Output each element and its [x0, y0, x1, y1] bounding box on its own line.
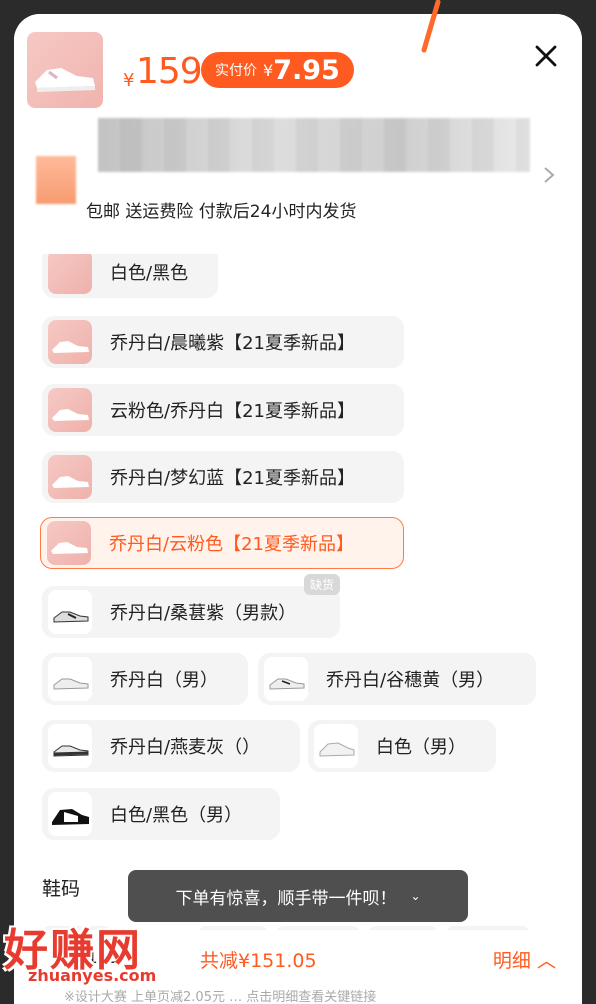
option-item[interactable]: 云粉色/乔丹白【21夏季新品】	[42, 384, 404, 436]
blurred-info	[98, 118, 530, 172]
actual-pay-badge: 实付价 ¥ 7.95	[201, 52, 354, 88]
detail-label: 明细	[492, 950, 531, 972]
option-label: 乔丹白/燕麦灰（）	[110, 737, 261, 758]
options-list[interactable]: 白色/黑色 乔丹白/晨曦紫【21夏季新品】 云粉色/乔丹白【21夏季新品】 乔丹…	[14, 254, 582, 1004]
option-label: 乔丹白/桑葚紫（男款）	[110, 603, 297, 624]
shipping-info: 包邮 送运费险 付款后24小时内发货	[86, 202, 357, 222]
sku-sheet: ¥ 159 实付价 ¥ 7.95 包邮 送运费险 付款后24小时内发货 白色/黑…	[14, 14, 582, 1004]
product-thumbnail[interactable]	[27, 32, 103, 108]
out-of-stock-badge: 缺货	[303, 574, 340, 595]
option-label: 云粉色/乔丹白【21夏季新品】	[110, 401, 355, 422]
option-label: 乔丹白（男）	[110, 670, 218, 691]
option-image	[48, 792, 92, 836]
option-label: 白色（男）	[376, 737, 466, 758]
option-image	[48, 590, 92, 634]
option-item[interactable]: 乔丹白/梦幻蓝【21夏季新品】	[42, 451, 404, 503]
option-item[interactable]: 乔丹白（男）	[42, 653, 248, 705]
chevron-up-icon: ︿	[536, 950, 556, 972]
total-reduction: 共减¥151.05	[200, 950, 317, 972]
pay-currency: ¥	[263, 60, 274, 80]
option-label: 白色/黑色（男）	[110, 805, 243, 826]
option-image	[48, 388, 92, 432]
option-label: 乔丹白/梦幻蓝【21夏季新品】	[110, 468, 355, 489]
sheet-header: ¥ 159 实付价 ¥ 7.95 包邮 送运费险 付款后24小时内发货	[14, 14, 582, 254]
chevron-down-icon: ⌄	[410, 889, 421, 903]
option-image	[47, 521, 91, 565]
watermark-url: zhuanyes.com	[28, 966, 157, 985]
price-currency: ¥	[123, 70, 135, 91]
option-label: 乔丹白/谷穗黄（男）	[326, 670, 495, 691]
option-item[interactable]: 乔丹白/晨曦紫【21夏季新品】	[42, 316, 404, 368]
option-item[interactable]: 乔丹白/谷穗黄（男）	[258, 653, 536, 705]
pay-label: 实付价	[215, 63, 257, 79]
close-icon[interactable]	[534, 44, 558, 68]
toast-text: 下单有惊喜，顺手带一件呗！	[175, 888, 397, 909]
option-image	[48, 320, 92, 364]
option-label: 乔丹白/晨曦紫【21夏季新品】	[110, 333, 355, 354]
option-item[interactable]: 白色（男）	[308, 720, 496, 772]
option-item[interactable]: 白色/黑色	[42, 254, 218, 298]
pay-value: 7.95	[273, 54, 340, 86]
watermark: 好赚网 zhuanyes.com	[0, 914, 200, 1000]
option-image	[314, 724, 358, 768]
option-label: 乔丹白/云粉色【21夏季新品】	[109, 534, 354, 555]
option-image	[48, 657, 92, 701]
option-image	[48, 724, 92, 768]
detail-button[interactable]: 明细 ︿	[493, 946, 556, 973]
option-item-selected[interactable]: 乔丹白/云粉色【21夏季新品】	[40, 517, 404, 569]
option-item[interactable]: 乔丹白/桑葚紫（男款） 缺货	[42, 574, 340, 638]
option-image	[48, 455, 92, 499]
blurred-icon	[36, 156, 76, 204]
option-item[interactable]: 白色/黑色（男）	[42, 788, 280, 840]
price-value: 159	[136, 51, 203, 92]
option-label: 白色/黑色	[110, 263, 189, 284]
chevron-right-icon[interactable]	[542, 165, 556, 185]
option-item[interactable]: 乔丹白/燕麦灰（）	[42, 720, 300, 772]
annotation-stroke	[421, 0, 441, 53]
option-image	[48, 254, 92, 294]
option-image	[264, 657, 308, 701]
size-section-label: 鞋码	[42, 878, 81, 900]
